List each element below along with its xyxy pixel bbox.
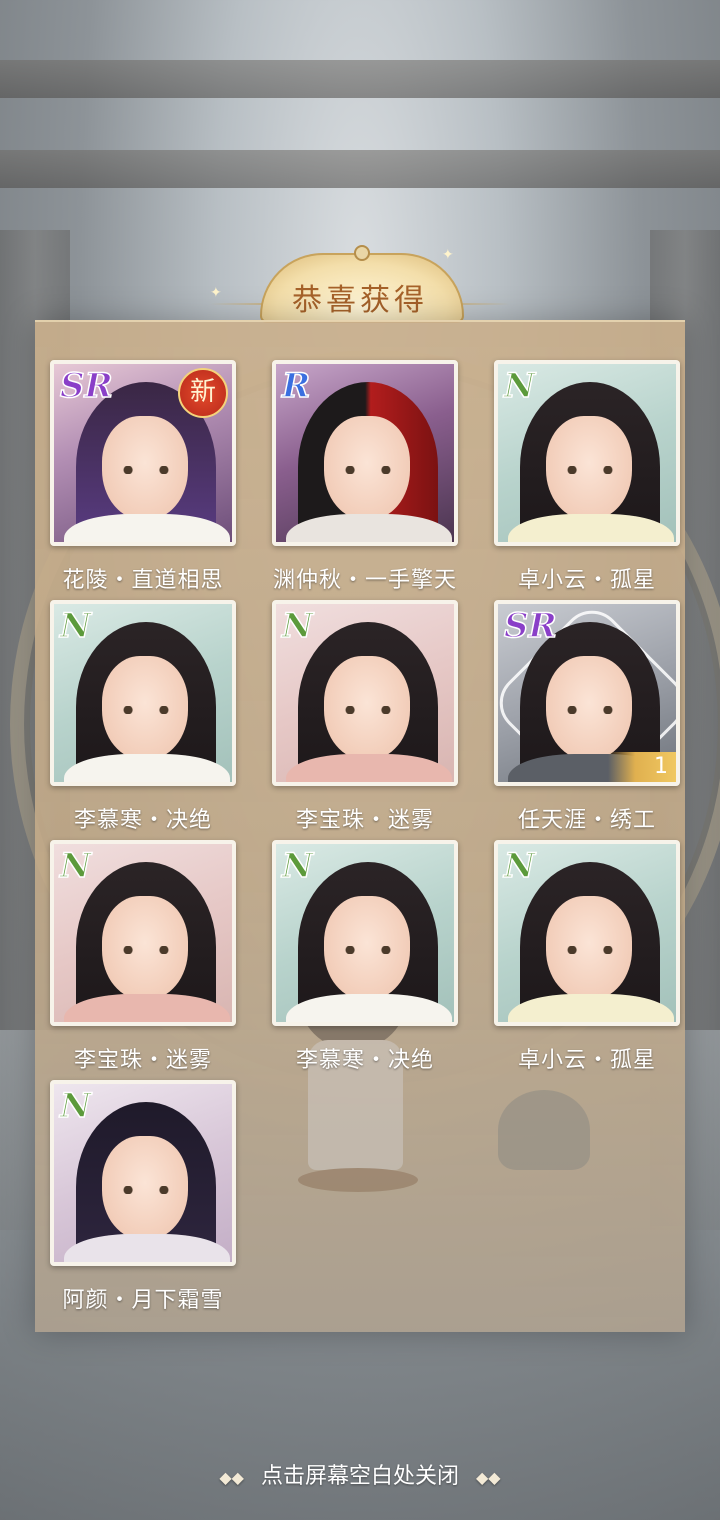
page-title: 恭喜获得: [292, 283, 428, 318]
reward-card[interactable]: R: [272, 360, 458, 546]
rarity-badge: N: [59, 1085, 92, 1127]
reward-card[interactable]: N: [50, 1080, 236, 1266]
reward-card[interactable]: N: [494, 840, 680, 1026]
reward-title-banner: ✦ ✦ 恭喜获得: [210, 245, 510, 325]
card-name: 李宝珠・迷雾: [73, 1048, 212, 1073]
card-name: 卓小云・孤星: [517, 568, 656, 593]
rarity-badge: N: [59, 845, 92, 887]
card-name: 卓小云・孤星: [517, 1048, 656, 1073]
count-badge: 1: [608, 752, 676, 782]
card-name: 渊仲秋・一手擎天: [272, 568, 457, 593]
card-name: 任天涯・绣工: [517, 808, 656, 833]
rarity-badge: N: [503, 845, 536, 887]
rarity-badge: R: [281, 365, 311, 407]
card-name: 李慕寒・决绝: [73, 808, 212, 833]
card-name: 李宝珠・迷雾: [295, 808, 434, 833]
rarity-badge: N: [281, 605, 314, 647]
diamond-deco-icon: ◆◆: [219, 1468, 244, 1487]
title-gem-icon: [354, 245, 370, 261]
close-hint[interactable]: ◆◆ 点击屏幕空白处关闭 ◆◆: [0, 1458, 720, 1490]
reward-card[interactable]: N: [272, 840, 458, 1026]
card-name: 花陵・直道相思: [62, 568, 224, 593]
rarity-badge: SR: [59, 365, 113, 407]
reward-card[interactable]: N: [50, 840, 236, 1026]
butterfly-icon: ✦: [442, 247, 454, 263]
reward-card[interactable]: N: [50, 600, 236, 786]
bg-beam: [0, 150, 720, 188]
rarity-badge: N: [59, 605, 92, 647]
rarity-badge: N: [281, 845, 314, 887]
card-name: 李慕寒・决绝: [295, 1048, 434, 1073]
reward-card[interactable]: N: [272, 600, 458, 786]
reward-card[interactable]: SR 1: [494, 600, 680, 786]
new-badge: 新: [178, 368, 228, 418]
reward-card[interactable]: N: [494, 360, 680, 546]
rarity-badge: N: [503, 365, 536, 407]
rarity-badge: SR: [503, 605, 557, 647]
butterfly-icon: ✦: [210, 285, 222, 301]
incense-burner-icon: [498, 1090, 590, 1170]
diamond-deco-icon: ◆◆: [476, 1468, 501, 1487]
close-hint-text: 点击屏幕空白处关闭: [260, 1464, 459, 1489]
reward-card[interactable]: SR 新: [50, 360, 236, 546]
card-name: 阿颜・月下霜雪: [62, 1288, 224, 1313]
bg-beam: [0, 60, 720, 98]
